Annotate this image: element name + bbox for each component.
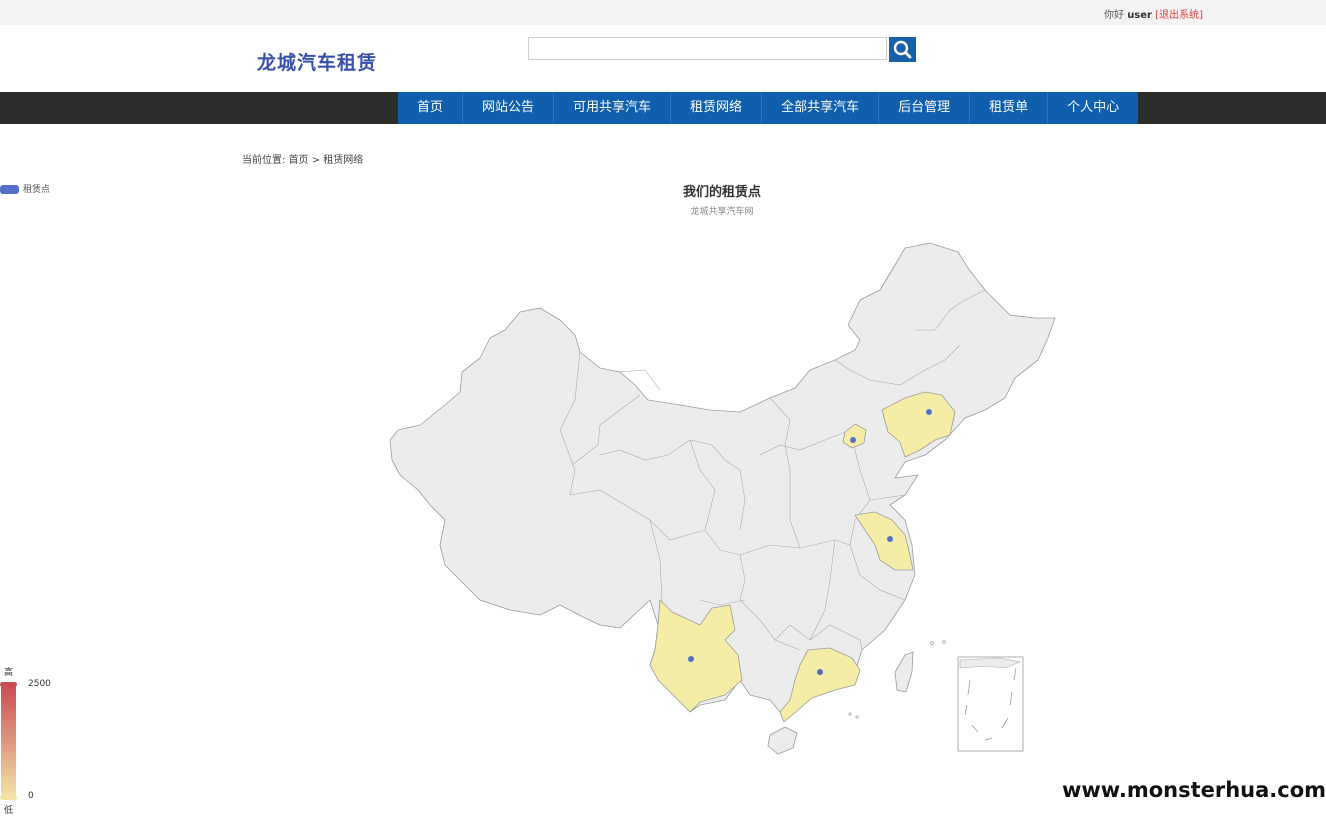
visual-map-gradient-bar[interactable] xyxy=(1,684,16,797)
site-header: 龙城汽车租赁 xyxy=(0,25,1326,92)
nav-item-rental-network[interactable]: 租赁网络 xyxy=(671,92,763,124)
search-input[interactable] xyxy=(528,37,887,60)
hainan-region[interactable] xyxy=(767,726,798,755)
nav-item-rental-orders[interactable]: 租赁单 xyxy=(970,92,1049,124)
visual-map-handle-bottom[interactable] xyxy=(0,795,17,800)
top-status-bar: 你好 user [退出系统] xyxy=(0,0,1326,25)
site-logo[interactable]: 龙城汽车租赁 xyxy=(257,48,377,75)
logout-link[interactable]: [退出系统] xyxy=(1155,10,1203,21)
rental-point-liaoning[interactable] xyxy=(926,409,932,415)
visual-map-min-value: 0 xyxy=(28,791,34,801)
south-china-sea-inset xyxy=(957,656,1024,752)
main-navigation: 首页 网站公告 可用共享汽车 租赁网络 全部共享汽车 后台管理 租赁单 个人中心 xyxy=(0,92,1326,124)
nav-item-announcements[interactable]: 网站公告 xyxy=(463,92,555,124)
nav-item-home[interactable]: 首页 xyxy=(398,92,464,124)
visual-map-legend[interactable]: 高 2500 0 低 xyxy=(0,662,60,819)
chart-title: 我们的租赁点 xyxy=(682,185,761,200)
nav-item-available-cars[interactable]: 可用共享汽车 xyxy=(554,92,672,124)
legend-swatch xyxy=(0,185,19,194)
search-button[interactable] xyxy=(889,37,916,62)
china-map[interactable] xyxy=(380,235,1070,760)
nav-list: 首页 网站公告 可用共享汽车 租赁网络 全部共享汽车 后台管理 租赁单 个人中心 xyxy=(398,92,1139,124)
legend-label: 租赁点 xyxy=(23,185,51,195)
rental-point-beijing[interactable] xyxy=(850,437,856,443)
search-icon xyxy=(893,40,912,59)
user-greeting: 你好 user [退出系统] xyxy=(1104,6,1203,21)
rental-point-guangdong[interactable] xyxy=(817,669,823,675)
watermark: www.monsterhua.com xyxy=(1062,772,1326,808)
greeting-text: 你好 xyxy=(1104,10,1124,21)
nav-item-all-cars[interactable]: 全部共享汽车 xyxy=(762,92,880,124)
visual-map-low-label: 低 xyxy=(4,806,14,816)
breadcrumb: 当前位置: 首页 > 租赁网络 xyxy=(242,155,364,166)
nav-item-profile[interactable]: 个人中心 xyxy=(1048,92,1138,124)
chart-subtitle: 龙城共享汽车网 xyxy=(690,207,754,217)
username: user xyxy=(1127,10,1152,21)
rental-point-jiangsu[interactable] xyxy=(887,536,893,542)
visual-map-max-value: 2500 xyxy=(28,679,51,689)
taiwan-region[interactable] xyxy=(894,651,914,693)
rental-point-yunnan[interactable] xyxy=(688,656,694,662)
visual-map-handle-top[interactable] xyxy=(0,682,17,687)
nav-item-admin[interactable]: 后台管理 xyxy=(879,92,971,124)
visual-map-high-label: 高 xyxy=(4,668,14,678)
chart-legend[interactable]: 租赁点 xyxy=(0,182,50,195)
